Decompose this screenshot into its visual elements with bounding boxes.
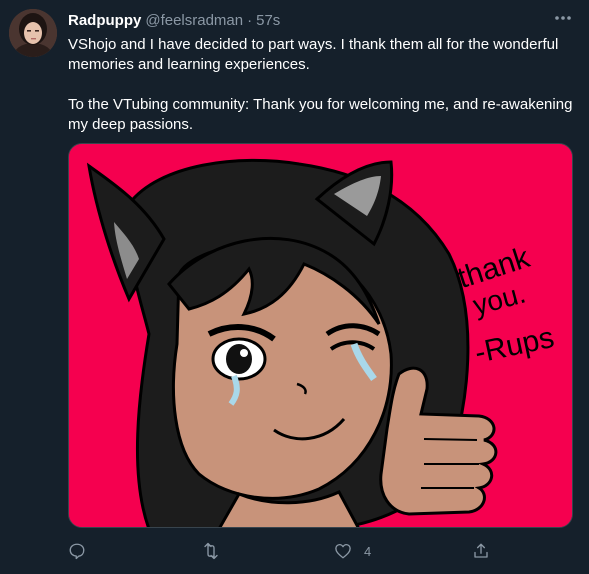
reply-button[interactable]	[68, 538, 86, 564]
tweet-image[interactable]: thank you. -Rups	[68, 143, 573, 528]
tweet-text: VShojo and I have decided to part ways. …	[68, 35, 573, 135]
display-name[interactable]: Radpuppy	[68, 12, 141, 29]
share-icon	[474, 543, 488, 558]
reply-icon	[69, 543, 85, 560]
user-handle[interactable]: @feelsradman	[145, 12, 243, 29]
retweet-button[interactable]	[201, 538, 221, 564]
tweet-actions: 4	[68, 538, 498, 564]
avatar[interactable]	[9, 9, 57, 57]
more-button[interactable]	[551, 8, 575, 28]
drawing-illustration: thank you. -Rups	[69, 144, 572, 527]
timestamp[interactable]: 57s	[256, 12, 280, 29]
retweet-icon	[204, 542, 218, 560]
tweet-paragraph: VShojo and I have decided to part ways. …	[68, 36, 559, 73]
meta-separator: ·	[247, 11, 253, 29]
tweet-header: Radpuppy @feelsradman · 57s	[68, 10, 280, 30]
tweet-card[interactable]: Radpuppy @feelsradman · 57s VShojo and I…	[0, 0, 589, 574]
more-horizontal-icon	[555, 16, 571, 20]
like-count: 4	[364, 543, 372, 559]
share-button[interactable]	[472, 538, 490, 564]
tweet-paragraph: To the VTubing community: Thank you for …	[68, 96, 573, 133]
like-button[interactable]: 4	[334, 538, 371, 564]
heart-icon	[335, 543, 351, 559]
